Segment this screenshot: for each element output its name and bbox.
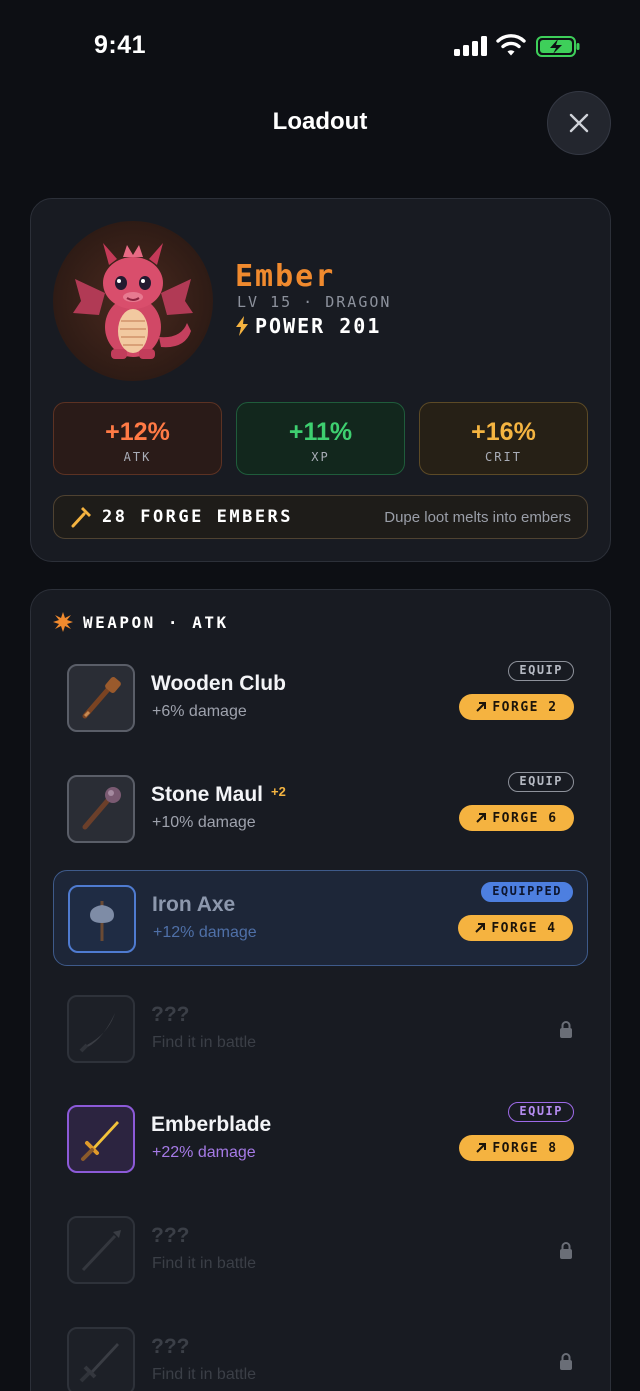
item-name: Stone Maul +2: [151, 783, 286, 806]
item-slot: [67, 1105, 135, 1173]
item-slot: [67, 664, 135, 732]
arrow-up-right-icon: [476, 702, 487, 712]
arrow-up-right-icon: [475, 923, 486, 933]
weapon-panel-heading: WEAPON · ATK: [53, 612, 229, 632]
arrow-up-right-icon: [476, 813, 487, 823]
weapon-row-locked: ??? Find it in battle: [53, 981, 588, 1077]
dragon-icon: [73, 243, 193, 359]
item-name: ???: [151, 1335, 190, 1358]
forge-button[interactable]: FORGE 6: [459, 805, 574, 831]
item-desc: +6% damage: [152, 703, 247, 720]
item-slot: [67, 775, 135, 843]
item-name: ???: [151, 1003, 190, 1026]
locked-scimitar-icon: [79, 1013, 115, 1053]
hero-power-value: POWER 201: [255, 314, 382, 338]
cellular-signal-icon: [454, 36, 488, 56]
page-title: Loadout: [272, 108, 368, 135]
stat-atk-label: ATK: [123, 450, 152, 464]
close-icon: [569, 113, 589, 133]
item-desc: Find it in battle: [152, 1034, 257, 1051]
equip-button[interactable]: EQUIP: [508, 772, 574, 792]
wifi-icon: [496, 34, 526, 56]
lock-icon: [560, 1353, 572, 1370]
lightning-icon: [236, 316, 248, 336]
item-name: Wooden Club: [151, 672, 286, 695]
item-name: Emberblade: [151, 1113, 272, 1136]
weapon-row-wooden-club[interactable]: Wooden Club +6% damage EQUIP FORGE 2: [53, 650, 588, 746]
forge-embers-count: 28 FORGE EMBERS: [102, 507, 294, 527]
stat-crit-value: +16%: [471, 418, 536, 446]
item-name: ???: [151, 1224, 190, 1247]
hammer-icon: [71, 507, 91, 528]
wooden-club-icon: [82, 677, 121, 719]
hero-power: POWER 201: [235, 314, 381, 338]
equipped-badge[interactable]: EQUIPPED: [481, 882, 573, 902]
status-bar: 9:41: [0, 0, 640, 90]
forge-embers-hint: Dupe loot melts into embers: [384, 509, 571, 526]
weapon-panel-title: WEAPON · ATK: [83, 612, 229, 632]
item-slot: [67, 1216, 135, 1284]
item-desc: +10% damage: [152, 814, 256, 831]
stone-maul-icon: [82, 787, 121, 830]
item-desc: +12% damage: [153, 924, 257, 941]
item-desc: Find it in battle: [152, 1255, 257, 1272]
forge-button[interactable]: FORGE 4: [458, 915, 573, 941]
item-desc: Find it in battle: [152, 1366, 257, 1383]
item-desc: +22% damage: [152, 1144, 256, 1161]
lock-icon: [560, 1242, 572, 1259]
locked-spear-icon: [81, 1230, 121, 1272]
upgrade-level: +2: [271, 783, 286, 799]
equip-button[interactable]: EQUIP: [508, 661, 574, 681]
equip-button[interactable]: EQUIP: [508, 1102, 574, 1122]
item-name: Iron Axe: [152, 893, 236, 916]
arrow-up-right-icon: [476, 1143, 487, 1153]
burst-icon: [53, 612, 73, 632]
stat-crit: +16% CRIT: [419, 402, 588, 475]
weapon-row-locked: ??? Find it in battle: [53, 1202, 588, 1298]
lock-icon: [560, 1021, 572, 1038]
stat-atk-value: +12%: [105, 418, 170, 446]
stat-xp-value: +11%: [288, 418, 353, 446]
forge-embers-bar: 28 FORGE EMBERS Dupe loot melts into emb…: [53, 495, 588, 539]
weapon-panel: WEAPON · ATK Wooden Club +6% damage EQUI…: [30, 589, 611, 1391]
item-slot: [68, 885, 136, 953]
stat-xp: +11% XP: [236, 402, 405, 475]
close-button[interactable]: [547, 91, 611, 155]
locked-sword-icon: [79, 1343, 119, 1383]
dragon-avatar: [53, 221, 213, 381]
iron-axe-icon: [90, 901, 114, 941]
weapon-row-iron-axe[interactable]: Iron Axe +12% damage EQUIPPED FORGE 4: [53, 870, 588, 966]
hero-name: Ember: [235, 259, 336, 294]
stat-xp-label: XP: [311, 450, 330, 464]
hero-level-class: LV 15 · DRAGON: [237, 293, 392, 311]
forge-button[interactable]: FORGE 2: [459, 694, 574, 720]
stat-crit-label: CRIT: [485, 450, 522, 464]
battery-charging-icon: [536, 36, 580, 57]
weapon-row-stone-maul[interactable]: Stone Maul +2 +10% damage EQUIP FORGE 6: [53, 761, 588, 857]
emberblade-icon: [81, 1121, 119, 1161]
weapon-row-locked: ??? Find it in battle: [53, 1313, 588, 1391]
hero-card: Ember LV 15 · DRAGON POWER 201 +12% ATK …: [30, 198, 611, 562]
forge-button[interactable]: FORGE 8: [459, 1135, 574, 1161]
status-time: 9:41: [94, 31, 147, 59]
stat-atk: +12% ATK: [53, 402, 222, 475]
weapon-row-emberblade[interactable]: Emberblade +22% damage EQUIP FORGE 8: [53, 1091, 588, 1187]
item-slot: [67, 995, 135, 1063]
item-slot: [67, 1327, 135, 1391]
